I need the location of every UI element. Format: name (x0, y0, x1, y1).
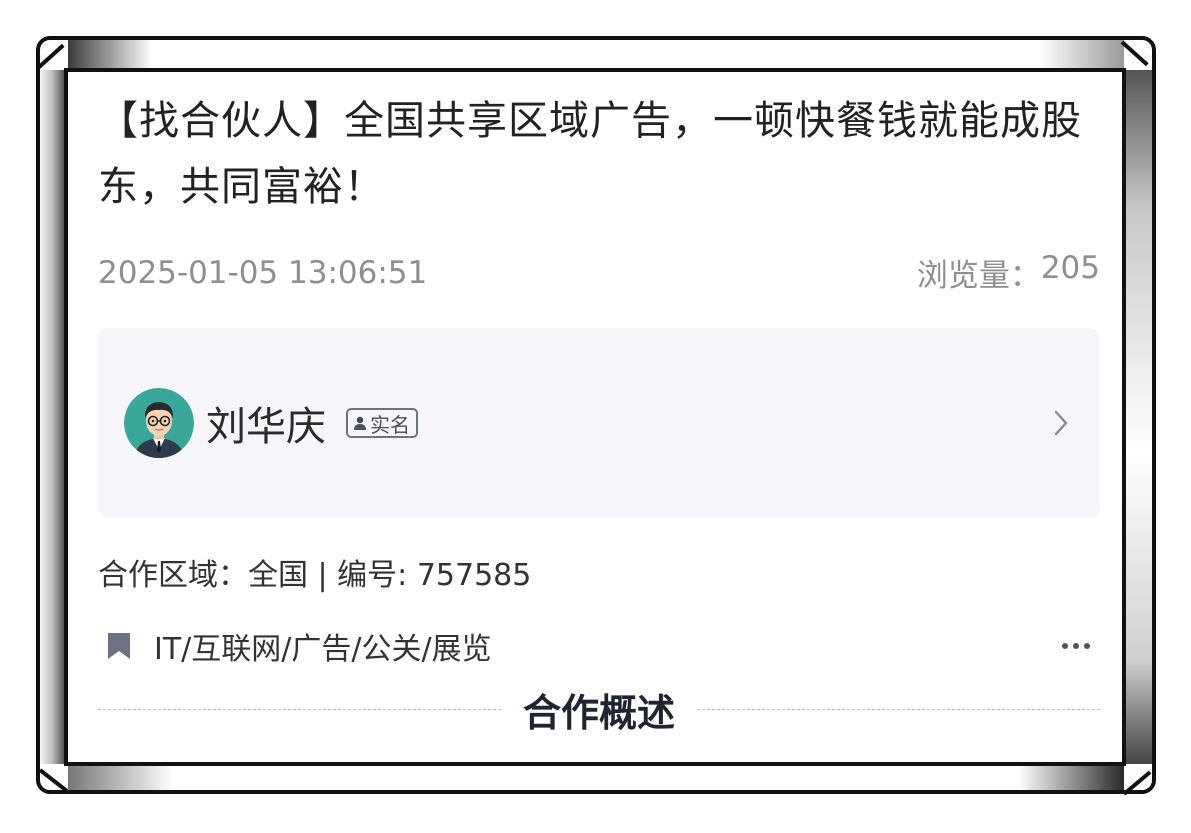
verified-badge-label: 实名 (370, 412, 410, 437)
post-detail: 【找合伙人】全国共享区域广告，一顿快餐钱就能成股东，共同富裕！ 2025-01-… (98, 88, 1101, 735)
chevron-right-icon[interactable] (1046, 403, 1076, 443)
views-label: 浏览量： (916, 258, 1041, 294)
bookmark-icon (106, 631, 132, 661)
category-row: IT/互联网/广告/公关/展览 (98, 624, 1100, 668)
avatar-man-glasses-icon[interactable] (124, 388, 194, 458)
post-title: 【找合伙人】全国共享区域广告，一顿快餐钱就能成股东，共同富裕！ (98, 98, 1082, 210)
verified-badge: 实名 (346, 408, 418, 438)
divider-line-right (697, 708, 1101, 710)
post-meta: 2025-01-05 13:06:51 浏览量： 205 (98, 250, 1100, 295)
author-name[interactable]: 刘华庆 (206, 394, 326, 452)
region-info: 合作区域：全国 | 编号: 757585 (98, 558, 532, 593)
views-value: 205 (1040, 250, 1100, 286)
section-title: 合作概述 (523, 690, 676, 735)
view-count: 浏览量： 205 (917, 250, 1100, 295)
section-divider: 合作概述 (98, 684, 1101, 735)
author-card[interactable]: 刘华庆 实名 (98, 328, 1100, 518)
post-datetime: 2025-01-05 13:06:51 (98, 254, 428, 291)
more-options-icon[interactable] (1062, 643, 1090, 649)
divider-line-left (98, 708, 501, 710)
user-icon (352, 415, 368, 431)
category-label[interactable]: IT/互联网/广告/公关/展览 (154, 624, 492, 668)
